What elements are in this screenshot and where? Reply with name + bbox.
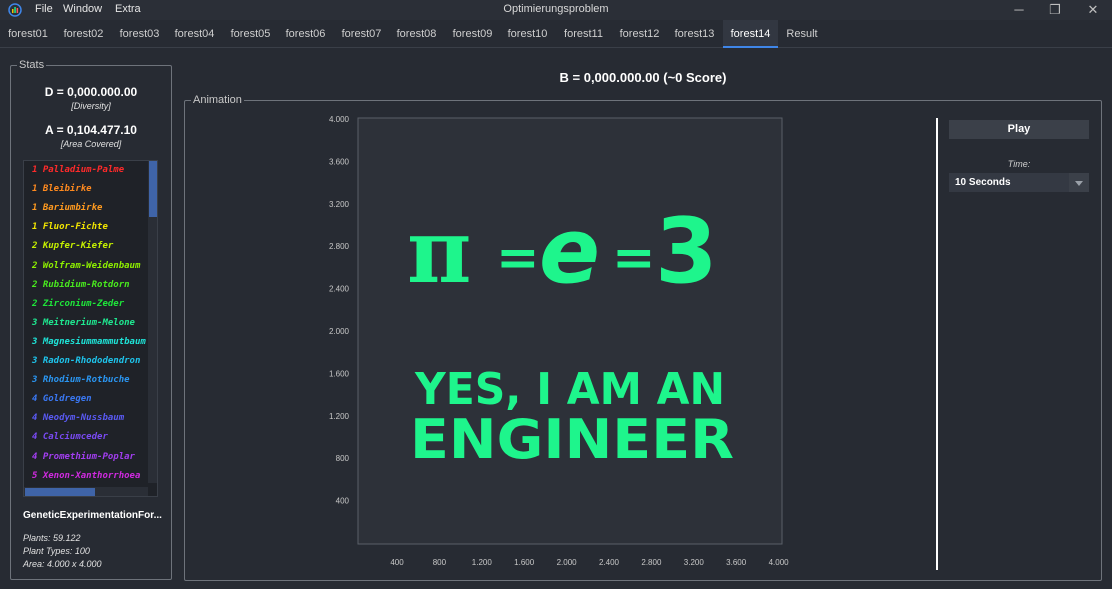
overlay-line-2: ENGINEER xyxy=(410,408,734,471)
y-tick-label: 1.600 xyxy=(329,369,350,378)
chevron-down-icon[interactable] xyxy=(1069,173,1089,192)
x-tick-label: 3.600 xyxy=(726,558,747,567)
y-tick-label: 2.000 xyxy=(329,327,350,336)
time-select-value: 10 Seconds xyxy=(955,177,1011,188)
time-label: Time: xyxy=(1007,159,1031,169)
formula-equals-1: = xyxy=(496,228,540,288)
animation-plot: 400 800 1.200 1.600 2.000 2.400 2.800 3.200 3.60… xyxy=(329,115,790,567)
x-tick-label: 4.000 xyxy=(769,558,790,567)
formula-pi: π xyxy=(407,199,471,303)
y-tick-label: 1.200 xyxy=(329,412,350,421)
formula-three: 3 xyxy=(655,199,718,304)
plot-area xyxy=(357,117,783,545)
x-tick-label: 3.200 xyxy=(684,558,705,567)
y-tick-label: 2.400 xyxy=(329,285,350,294)
y-tick-label: 400 xyxy=(336,497,350,506)
formula-equals-2: = xyxy=(612,228,656,288)
play-button[interactable]: Play xyxy=(949,120,1089,139)
y-tick-label: 800 xyxy=(336,454,350,463)
x-tick-label: 2.000 xyxy=(557,558,578,567)
x-tick-label: 400 xyxy=(390,558,404,567)
x-tick-label: 2.800 xyxy=(641,558,662,567)
x-tick-label: 1.600 xyxy=(514,558,535,567)
y-tick-label: 2.800 xyxy=(329,242,350,251)
x-tick-label: 800 xyxy=(433,558,447,567)
y-tick-label: 3.600 xyxy=(329,157,350,166)
panel-divider xyxy=(936,118,938,570)
y-tick-label: 4.000 xyxy=(329,115,350,124)
time-select[interactable]: 10 Seconds xyxy=(949,173,1089,192)
y-tick-label: 3.200 xyxy=(329,200,350,209)
x-tick-label: 1.200 xyxy=(472,558,493,567)
x-tick-label: 2.400 xyxy=(599,558,620,567)
formula-e: e xyxy=(539,199,600,304)
